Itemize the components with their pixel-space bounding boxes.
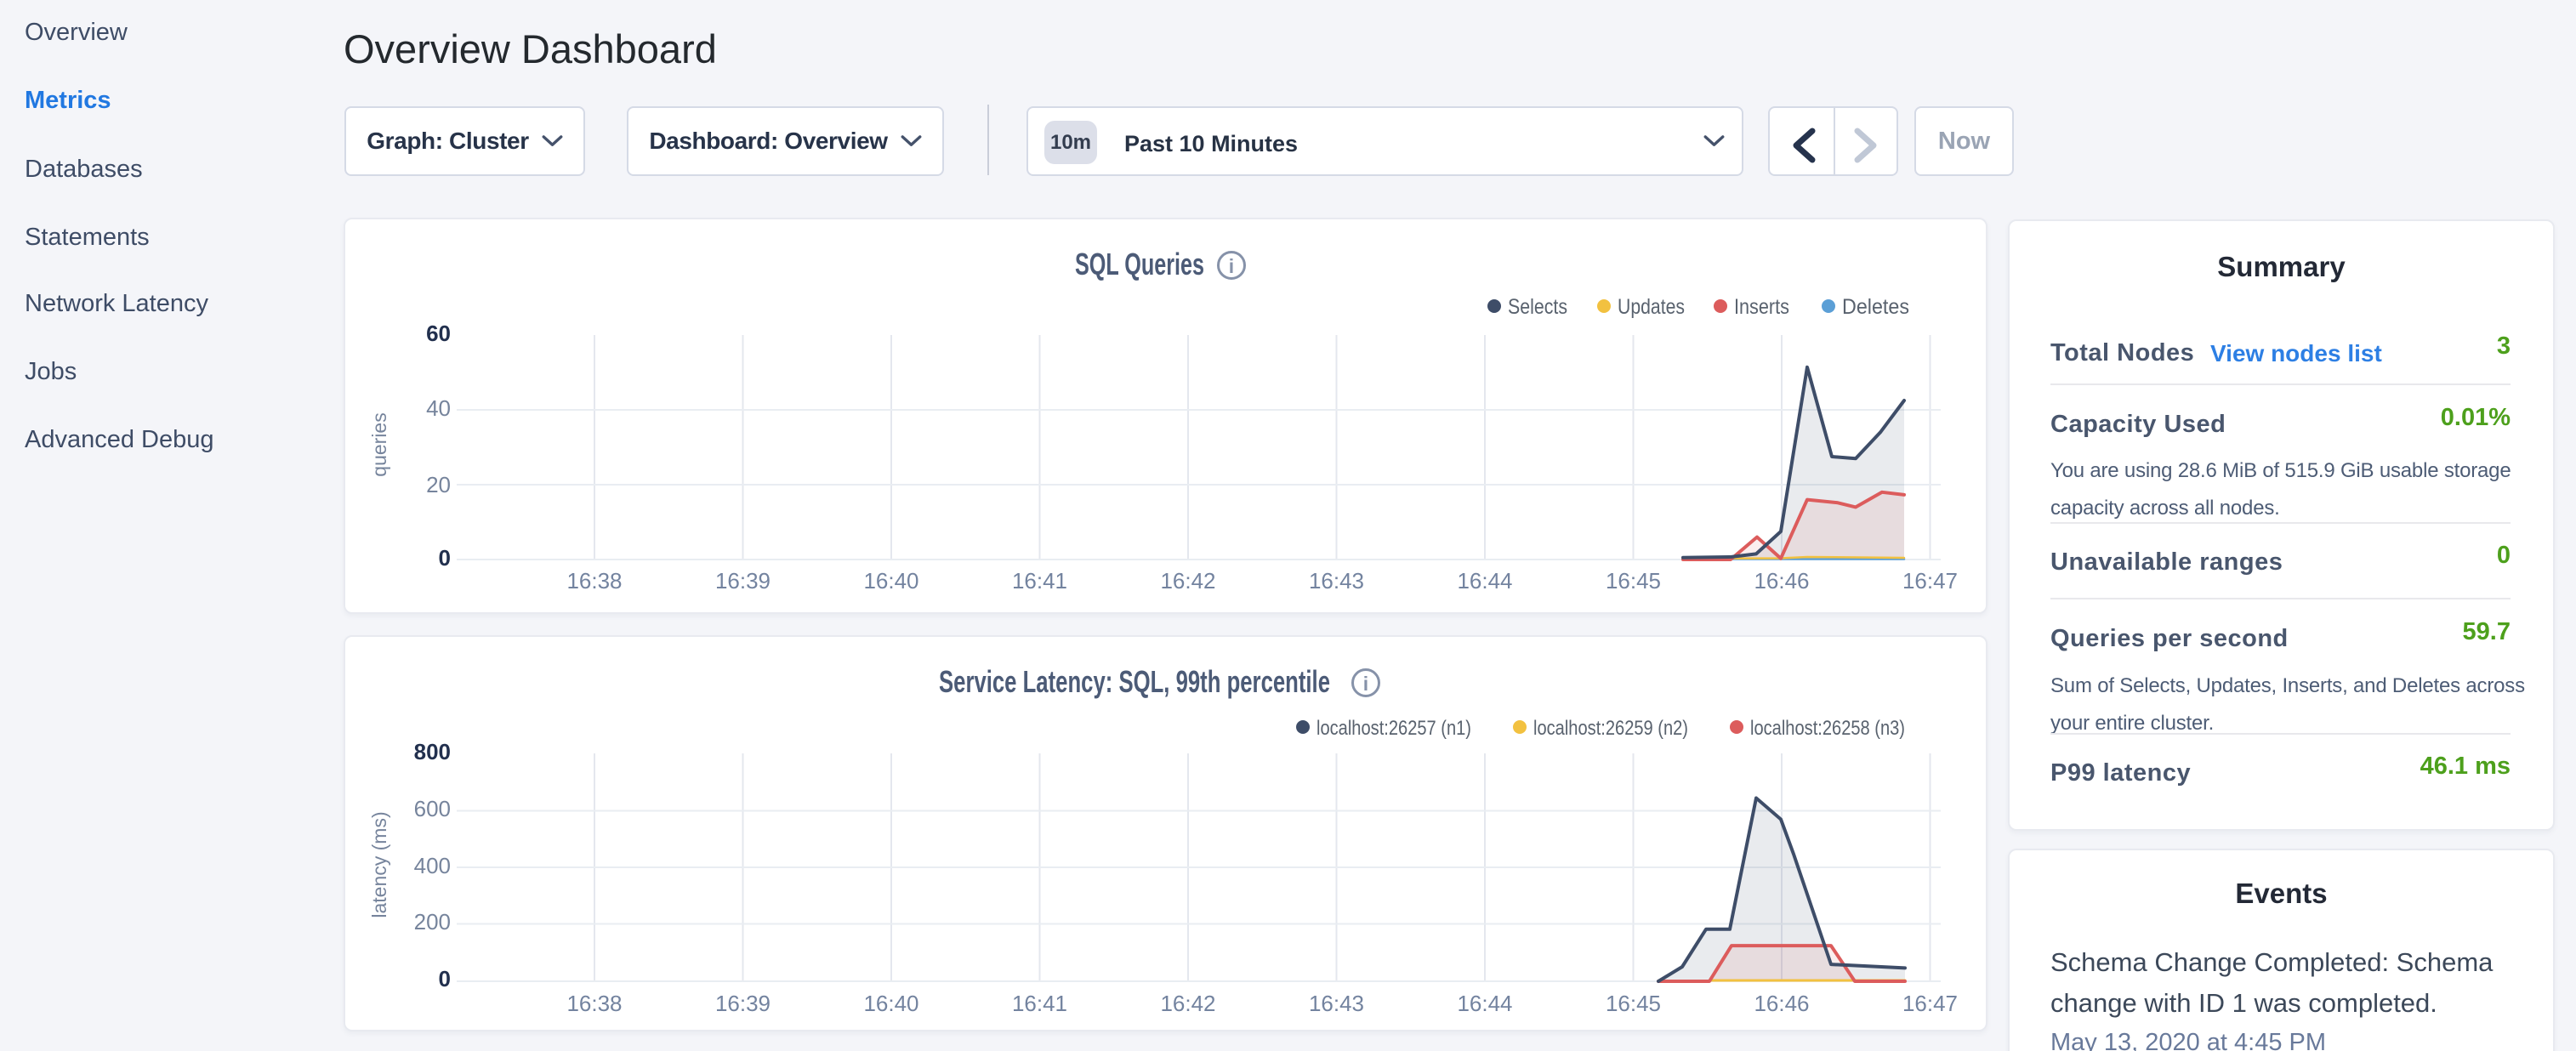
svg-text:40: 40 xyxy=(426,395,451,421)
svg-text:latency (ms): latency (ms) xyxy=(368,811,390,917)
svg-text:queries: queries xyxy=(368,412,390,476)
svg-text:Selects: Selects xyxy=(1508,295,1567,319)
svg-text:16:39: 16:39 xyxy=(715,991,771,1016)
svg-text:20: 20 xyxy=(426,472,451,497)
svg-text:16:43: 16:43 xyxy=(1309,568,1364,594)
svg-text:localhost:26259 (n2): localhost:26259 (n2) xyxy=(1533,717,1688,740)
svg-text:0: 0 xyxy=(439,966,451,991)
svg-text:16:44: 16:44 xyxy=(1457,568,1512,594)
svg-text:16:45: 16:45 xyxy=(1606,568,1661,594)
svg-text:16:38: 16:38 xyxy=(566,568,622,594)
svg-text:SQL Queries: SQL Queries xyxy=(1075,247,1204,281)
svg-text:Inserts: Inserts xyxy=(1734,295,1789,319)
svg-text:16:47: 16:47 xyxy=(1902,991,1958,1016)
svg-text:800: 800 xyxy=(414,739,451,764)
svg-text:16:41: 16:41 xyxy=(1012,991,1067,1016)
svg-text:200: 200 xyxy=(414,909,451,935)
svg-text:16:40: 16:40 xyxy=(863,991,918,1016)
svg-text:localhost:26257 (n1): localhost:26257 (n1) xyxy=(1316,717,1471,740)
svg-text:16:44: 16:44 xyxy=(1457,991,1512,1016)
svg-text:16:42: 16:42 xyxy=(1160,991,1215,1016)
svg-text:16:45: 16:45 xyxy=(1606,991,1661,1016)
svg-text:Updates: Updates xyxy=(1618,295,1685,319)
svg-text:16:41: 16:41 xyxy=(1012,568,1067,594)
svg-text:0: 0 xyxy=(439,545,451,571)
svg-text:i: i xyxy=(1363,673,1368,695)
svg-text:16:39: 16:39 xyxy=(715,568,771,594)
svg-text:16:42: 16:42 xyxy=(1160,568,1215,594)
svg-text:16:40: 16:40 xyxy=(863,568,918,594)
svg-text:60: 60 xyxy=(426,321,451,346)
svg-text:Deletes: Deletes xyxy=(1842,295,1909,319)
svg-text:i: i xyxy=(1229,255,1234,277)
svg-text:16:46: 16:46 xyxy=(1754,991,1809,1016)
svg-text:Service Latency: SQL, 99th per: Service Latency: SQL, 99th percentile xyxy=(939,664,1330,699)
svg-text:16:43: 16:43 xyxy=(1309,991,1364,1016)
svg-text:400: 400 xyxy=(414,853,451,878)
svg-text:16:38: 16:38 xyxy=(566,991,622,1016)
svg-text:16:46: 16:46 xyxy=(1754,568,1809,594)
svg-text:16:47: 16:47 xyxy=(1902,568,1958,594)
svg-text:localhost:26258 (n3): localhost:26258 (n3) xyxy=(1750,717,1905,740)
svg-text:600: 600 xyxy=(414,796,451,821)
